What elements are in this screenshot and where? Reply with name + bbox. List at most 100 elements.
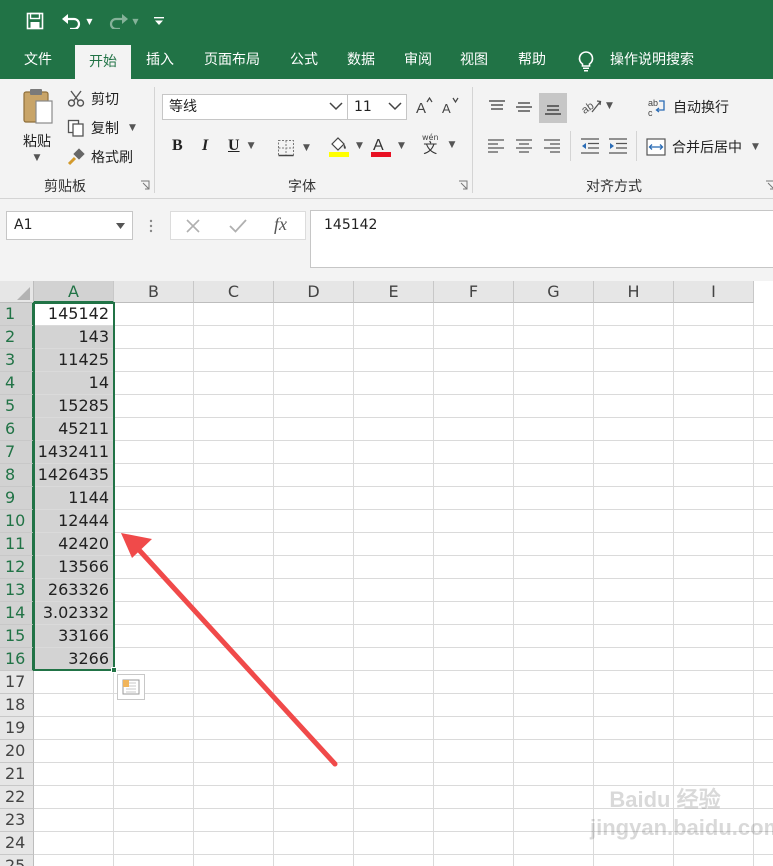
row-header-12[interactable]: 12	[0, 556, 34, 579]
column-header-d[interactable]: D	[274, 281, 354, 303]
row-header-24[interactable]: 24	[0, 832, 34, 855]
row-header-11[interactable]: 11	[0, 533, 34, 556]
bold-button[interactable]: B	[172, 137, 183, 155]
borders-dropdown-icon[interactable]: ▼	[303, 143, 310, 153]
fill-color-button[interactable]: ▼	[328, 135, 363, 157]
spreadsheet-grid[interactable]: ABCDEFGHI 1 2 3 4 5 6 7 8 9 10 11 12 13 14 15 16 17 18 19 2…	[0, 281, 773, 866]
row-header-1[interactable]: 1	[0, 303, 34, 326]
cell-a8[interactable]: 1426435	[34, 464, 114, 487]
font-dialog-launcher-icon[interactable]	[458, 180, 469, 191]
italic-button[interactable]: I	[202, 137, 208, 155]
merge-center-dropdown-icon[interactable]: ▼	[752, 142, 759, 152]
paste-dropdown-icon[interactable]: ▼	[34, 153, 41, 163]
chevron-down-icon[interactable]	[116, 223, 125, 229]
align-bottom-button[interactable]	[539, 93, 567, 123]
cell-a15[interactable]: 33166	[34, 625, 114, 648]
row-header-8[interactable]: 8	[0, 464, 34, 487]
insert-function-icon[interactable]: fx	[274, 214, 287, 235]
orientation-dropdown-icon[interactable]: ▼	[606, 101, 613, 111]
row-header-2[interactable]: 2	[0, 326, 34, 349]
font-size-dropdown[interactable]: 11	[347, 94, 407, 120]
save-button[interactable]	[24, 8, 46, 34]
row-header-16[interactable]: 16	[0, 648, 34, 671]
row-header-23[interactable]: 23	[0, 809, 34, 832]
cell-a13[interactable]: 263326	[34, 579, 114, 602]
fill-color-dropdown-icon[interactable]: ▼	[356, 141, 363, 151]
formula-input[interactable]: 145142	[310, 210, 773, 268]
row-header-14[interactable]: 14	[0, 602, 34, 625]
row-header-13[interactable]: 13	[0, 579, 34, 602]
phonetic-dropdown-icon[interactable]: ▼	[449, 140, 456, 150]
cell-a7[interactable]: 1432411	[34, 441, 114, 464]
cut-button[interactable]: 剪切	[67, 88, 119, 110]
underline-dropdown-icon[interactable]: ▼	[248, 141, 255, 151]
cell-a5[interactable]: 15285	[34, 395, 114, 418]
row-header-25[interactable]: 25	[0, 855, 34, 866]
cell-a6[interactable]: 45211	[34, 418, 114, 441]
column-header-f[interactable]: F	[434, 281, 514, 303]
column-header-c[interactable]: C	[194, 281, 274, 303]
row-header-5[interactable]: 5	[0, 395, 34, 418]
cell-a3[interactable]: 11425	[34, 349, 114, 372]
cell-a2[interactable]: 143	[34, 326, 114, 349]
format-painter-button[interactable]: 格式刷	[67, 146, 133, 168]
paste-button[interactable]: 粘贴 ▼	[18, 87, 56, 167]
tab-home[interactable]: 开始	[75, 45, 131, 79]
cancel-icon[interactable]	[185, 218, 201, 234]
row-header-6[interactable]: 6	[0, 418, 34, 441]
fill-handle[interactable]	[111, 667, 117, 673]
align-center-button[interactable]	[515, 139, 533, 153]
font-name-dropdown[interactable]: 等线	[162, 94, 348, 120]
row-header-22[interactable]: 22	[0, 786, 34, 809]
copy-button[interactable]: 复制 ▼	[67, 117, 136, 139]
cell-a11[interactable]: 42420	[34, 533, 114, 556]
tab-help[interactable]: 帮助	[508, 42, 556, 79]
tell-me-search[interactable]: 操作说明搜索	[576, 42, 711, 79]
more-options-icon[interactable]	[149, 218, 153, 234]
tab-review[interactable]: 审阅	[394, 42, 442, 79]
row-header-15[interactable]: 15	[0, 625, 34, 648]
row-header-19[interactable]: 19	[0, 717, 34, 740]
row-header-7[interactable]: 7	[0, 441, 34, 464]
cell-a4[interactable]: 14	[34, 372, 114, 395]
align-top-button[interactable]	[485, 93, 509, 121]
alignment-dialog-launcher-icon[interactable]	[765, 180, 773, 191]
borders-button[interactable]: ▼	[277, 139, 310, 157]
cell-a9[interactable]: 1144	[34, 487, 114, 510]
decrease-indent-button[interactable]	[580, 138, 600, 154]
redo-dropdown-icon[interactable]: ▼	[132, 17, 138, 26]
tab-view[interactable]: 视图	[450, 42, 498, 79]
row-header-20[interactable]: 20	[0, 740, 34, 763]
increase-font-size-button[interactable]: A	[415, 97, 433, 115]
font-color-dropdown-icon[interactable]: ▼	[398, 141, 405, 151]
cell-a16[interactable]: 3266	[34, 648, 114, 671]
tab-file[interactable]: 文件	[9, 42, 67, 79]
tab-insert[interactable]: 插入	[135, 42, 185, 79]
row-header-10[interactable]: 10	[0, 510, 34, 533]
clipboard-dialog-launcher-icon[interactable]	[140, 180, 151, 191]
column-header-i[interactable]: I	[674, 281, 754, 303]
align-right-button[interactable]	[543, 139, 561, 153]
row-header-17[interactable]: 17	[0, 671, 34, 694]
orientation-button[interactable]: ab ▼	[580, 97, 613, 115]
decrease-font-size-button[interactable]: A	[441, 97, 459, 115]
column-header-b[interactable]: B	[114, 281, 194, 303]
column-header-e[interactable]: E	[354, 281, 434, 303]
undo-dropdown-icon[interactable]: ▼	[86, 17, 92, 26]
align-left-button[interactable]	[487, 139, 505, 153]
merge-center-button[interactable]: 合并后居中 ▼	[646, 137, 759, 157]
cell-a1[interactable]: 145142	[34, 303, 114, 326]
select-all-corner[interactable]	[0, 281, 34, 303]
row-header-4[interactable]: 4	[0, 372, 34, 395]
wrap-text-button[interactable]: ab c 自动换行	[647, 97, 729, 117]
copy-dropdown-icon[interactable]: ▼	[129, 123, 136, 133]
row-header-9[interactable]: 9	[0, 487, 34, 510]
font-color-button[interactable]: A ▼	[370, 135, 405, 157]
customize-quick-access-button[interactable]	[150, 8, 168, 34]
column-header-a[interactable]: A	[34, 281, 114, 303]
row-header-21[interactable]: 21	[0, 763, 34, 786]
cell-a12[interactable]: 13566	[34, 556, 114, 579]
row-header-18[interactable]: 18	[0, 694, 34, 717]
column-header-g[interactable]: G	[514, 281, 594, 303]
enter-check-icon[interactable]	[229, 218, 247, 234]
